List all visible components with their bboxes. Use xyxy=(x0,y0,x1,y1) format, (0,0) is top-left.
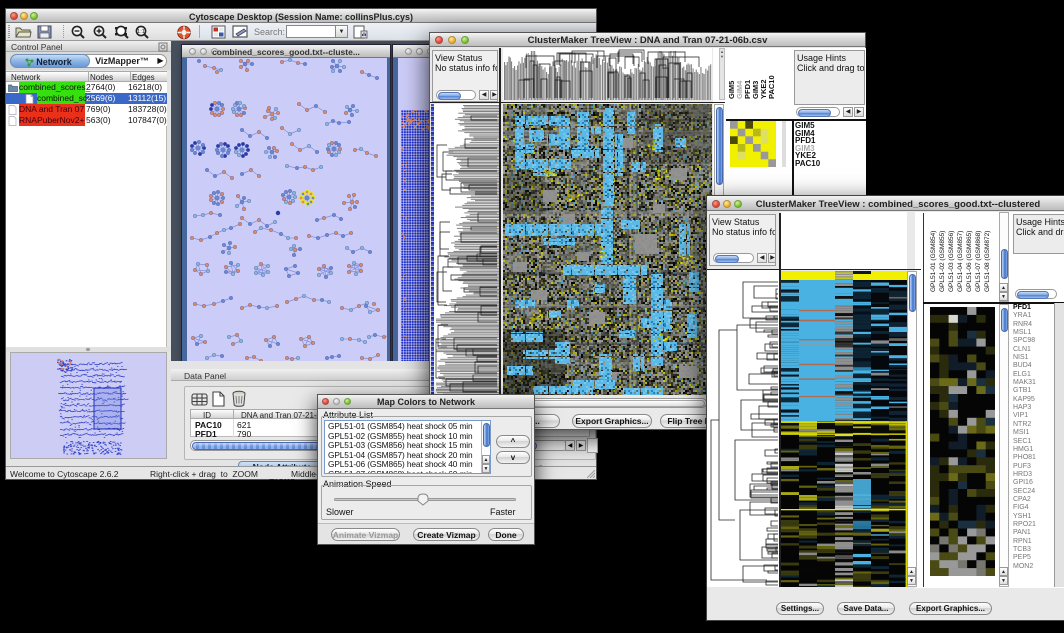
svg-text:1:1: 1:1 xyxy=(137,29,145,35)
svg-text:GPL51-04 (GSM857): GPL51-04 (GSM857) xyxy=(957,231,964,292)
svg-text:GPL51-07 (GSM868): GPL51-07 (GSM868) xyxy=(975,231,982,292)
svg-text:GPL51-01 (GSM854): GPL51-01 (GSM854) xyxy=(930,231,937,292)
svg-text:GPL51-02 (GSM855): GPL51-02 (GSM855) xyxy=(939,231,946,292)
svg-text:PAC10: PAC10 xyxy=(767,75,776,99)
svg-text:GPL51-06 (GSM865): GPL51-06 (GSM865) xyxy=(966,231,973,292)
svg-text:GPL51-03 (GSM856): GPL51-03 (GSM856) xyxy=(948,231,955,292)
svg-text:GPL51-08 (GSM872): GPL51-08 (GSM872) xyxy=(984,231,991,292)
